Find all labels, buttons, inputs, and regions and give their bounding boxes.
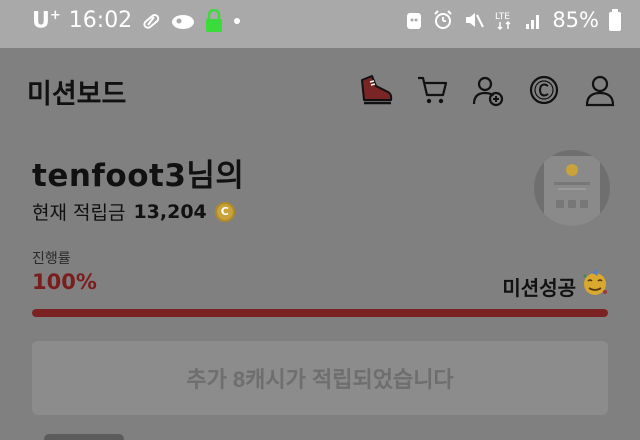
capsule-icon <box>170 10 196 32</box>
alarm-icon <box>432 9 454 31</box>
carrier-sup: + <box>49 8 61 23</box>
coin-icon: C <box>214 201 235 222</box>
mute-icon <box>463 9 485 31</box>
points-row: 현재 적립금 13,204 C <box>32 198 235 225</box>
battery-percent: 85% <box>552 8 599 32</box>
cart-icon[interactable] <box>414 72 450 108</box>
shoe-icon[interactable] <box>358 72 394 108</box>
mission-status: 미션성공 <box>502 276 576 300</box>
progress-label: 진행률 <box>32 251 71 267</box>
page-title: 미션보드 <box>27 79 127 110</box>
progress-percent: 100% <box>32 270 97 294</box>
points-label: 현재 적립금 <box>32 202 126 224</box>
signal-icon <box>525 10 543 30</box>
coin-c-icon[interactable] <box>526 72 562 108</box>
lock-icon <box>204 8 224 33</box>
lte-icon: LTE <box>494 9 516 31</box>
status-right: LTE 85% <box>405 8 622 32</box>
add-friend-icon[interactable] <box>470 72 506 108</box>
lte-text: LTE <box>495 12 510 22</box>
dot-icon <box>232 16 242 26</box>
thumbnail-preview <box>544 156 600 226</box>
header-actions <box>358 72 618 108</box>
battery-icon <box>608 8 622 32</box>
user-name: tenfoot3님의 <box>32 158 245 194</box>
progress-bar <box>32 309 608 317</box>
reward-button[interactable]: 추가 8캐시가 적립되었습니다 <box>32 341 608 415</box>
mission-thumbnail[interactable] <box>534 150 610 226</box>
status-left: U+ 16:02 <box>32 8 242 33</box>
pill-icon <box>140 10 162 32</box>
face-icon <box>405 9 423 31</box>
carrier-text: U <box>32 8 50 34</box>
bottom-content-peek <box>44 434 124 440</box>
points-value: 13,204 <box>133 200 207 223</box>
carrier-label: U+ <box>32 8 61 33</box>
status-bar: U+ 16:02 LTE 85% <box>0 0 640 48</box>
party-icon <box>580 268 610 298</box>
profile-icon[interactable] <box>582 72 618 108</box>
progress-fill <box>32 309 608 317</box>
clock-time: 16:02 <box>68 8 133 34</box>
